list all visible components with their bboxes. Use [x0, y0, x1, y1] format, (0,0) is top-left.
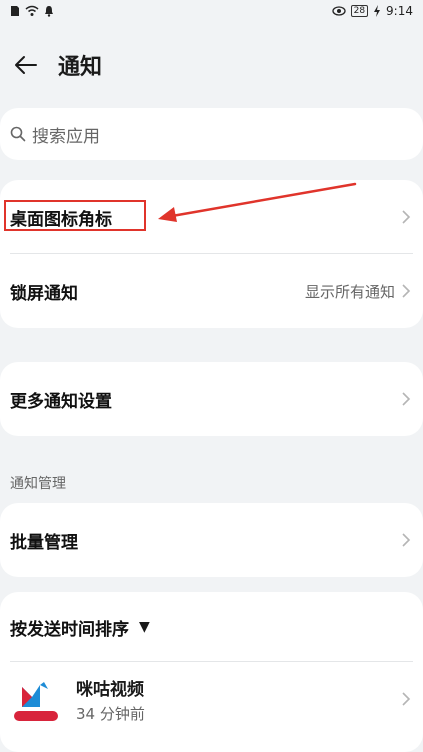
- sort-selector[interactable]: 按发送时间排序 ▼: [0, 592, 423, 662]
- caret-down-icon: ▼: [139, 619, 150, 635]
- batch-management-card: 批量管理: [0, 503, 423, 577]
- sim-icon: [11, 6, 19, 16]
- back-button[interactable]: [6, 45, 46, 85]
- search-icon: [10, 126, 26, 142]
- chevron-right-icon: [402, 533, 411, 547]
- row-label: 批量管理: [10, 532, 78, 553]
- app-info: 咪咕视频 34 分钟前: [76, 675, 145, 724]
- status-bar: 28 9:14: [0, 0, 423, 22]
- battery-level: 28: [350, 5, 369, 17]
- row-lock-screen-notification[interactable]: 锁屏通知 显示所有通知: [0, 254, 423, 328]
- migu-video-app-icon: [14, 682, 58, 721]
- charging-icon: [374, 5, 381, 17]
- chevron-right-icon: [402, 692, 411, 706]
- app-time: 34 分钟前: [76, 704, 145, 723]
- search-bar[interactable]: 搜索应用: [0, 108, 423, 160]
- eye-icon: [331, 6, 346, 16]
- chevron-right-icon: [402, 392, 411, 406]
- chevron-right-icon: [402, 284, 411, 298]
- wifi-icon: [25, 5, 39, 16]
- row-batch-management[interactable]: 批量管理: [0, 503, 423, 577]
- chevron-right-icon: [402, 210, 411, 224]
- sort-label: 按发送时间排序: [10, 619, 129, 640]
- settings-card-more: 更多通知设置: [0, 362, 423, 436]
- status-bar-right: 28 9:14: [331, 4, 413, 18]
- row-more-notification-settings[interactable]: 更多通知设置: [0, 362, 423, 436]
- app-item-migu-video[interactable]: 咪咕视频 34 分钟前: [0, 662, 423, 736]
- annotation-highlight-box: [4, 200, 146, 231]
- app-list-card: 按发送时间排序 ▼ 咪咕视频 34 分钟前: [0, 592, 423, 752]
- page-header: 通知: [0, 40, 423, 90]
- back-arrow-icon: [15, 56, 37, 74]
- notification-bell-icon: [45, 6, 53, 17]
- row-label: 更多通知设置: [10, 391, 112, 412]
- status-bar-left: [10, 5, 54, 17]
- app-name: 咪咕视频: [76, 679, 144, 700]
- row-value: 显示所有通知: [304, 282, 395, 301]
- annotation-arrow: [158, 182, 357, 222]
- section-header-notification-management: 通知管理: [10, 476, 66, 492]
- row-label: 锁屏通知: [10, 283, 78, 304]
- search-placeholder: 搜索应用: [32, 126, 100, 147]
- page-title: 通知: [58, 55, 103, 80]
- clock: 9:14: [386, 4, 413, 18]
